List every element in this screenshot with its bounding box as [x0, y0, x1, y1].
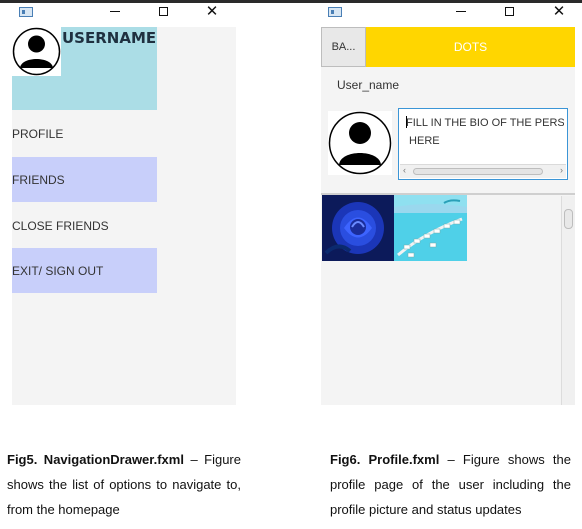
profile-vertical-scrollbar[interactable]	[561, 196, 575, 405]
menu-item-label: PROFILE	[12, 126, 64, 141]
close-icon: ✕	[205, 1, 219, 20]
fig5-caption-title: Fig5. NavigationDrawer.fxml	[7, 452, 184, 467]
close-icon: ✕	[552, 1, 566, 20]
user-name-label: User_name	[337, 78, 400, 92]
menu-item-label: FRIENDS	[12, 172, 65, 187]
minimize-button[interactable]	[102, 1, 128, 21]
fig5-caption: Fig5. NavigationDrawer.fxml – Figure sho…	[7, 447, 241, 522]
back-button[interactable]: BA...	[321, 27, 366, 67]
close-button[interactable]: ✕	[546, 1, 572, 21]
username-label: USERNAME	[62, 29, 157, 47]
top-border	[0, 0, 582, 3]
scroll-thumb[interactable]	[413, 168, 543, 175]
menu-item-close-friends[interactable]: CLOSE FRIENDS	[12, 203, 157, 248]
tropical-resort-image[interactable]	[394, 195, 467, 261]
menu-item-label: CLOSE FRIENDS	[12, 218, 109, 233]
scroll-left-icon[interactable]: ‹	[403, 165, 406, 175]
minimize-icon	[110, 10, 120, 12]
close-button[interactable]: ✕	[199, 1, 225, 21]
minimize-button[interactable]	[448, 1, 474, 21]
maximize-button[interactable]	[150, 1, 176, 21]
fig6-caption: Fig6. Profile.fxml – Figure shows the pr…	[330, 447, 571, 522]
maximize-button[interactable]	[496, 1, 522, 21]
window-app-icon	[19, 7, 33, 17]
bio-placeholder: FILL IN THE BIO OF THE PERS HERE	[406, 117, 564, 147]
menu-item-friends[interactable]: FRIENDS	[12, 157, 157, 202]
minimize-icon	[456, 10, 466, 12]
menu-item-exit[interactable]: EXIT/ SIGN OUT	[12, 248, 157, 293]
maximize-icon	[504, 6, 514, 16]
bio-text-area[interactable]: FILL IN THE BIO OF THE PERS HERE ‹ ›	[398, 108, 568, 180]
menu-item-profile[interactable]: PROFILE	[12, 111, 157, 156]
window-app-icon	[328, 7, 342, 17]
blue-rose-image[interactable]	[322, 195, 394, 261]
avatar-icon[interactable]	[328, 111, 392, 175]
bio-horizontal-scrollbar[interactable]: ‹ ›	[400, 164, 566, 178]
fig6-caption-title: Fig6. Profile.fxml	[330, 452, 440, 467]
avatar-icon[interactable]	[12, 27, 61, 76]
maximize-icon	[158, 6, 168, 16]
dots-button[interactable]: DOTS	[366, 27, 575, 67]
scroll-thumb[interactable]	[564, 209, 573, 229]
scroll-right-icon[interactable]: ›	[560, 165, 563, 175]
menu-item-label: EXIT/ SIGN OUT	[12, 263, 104, 278]
